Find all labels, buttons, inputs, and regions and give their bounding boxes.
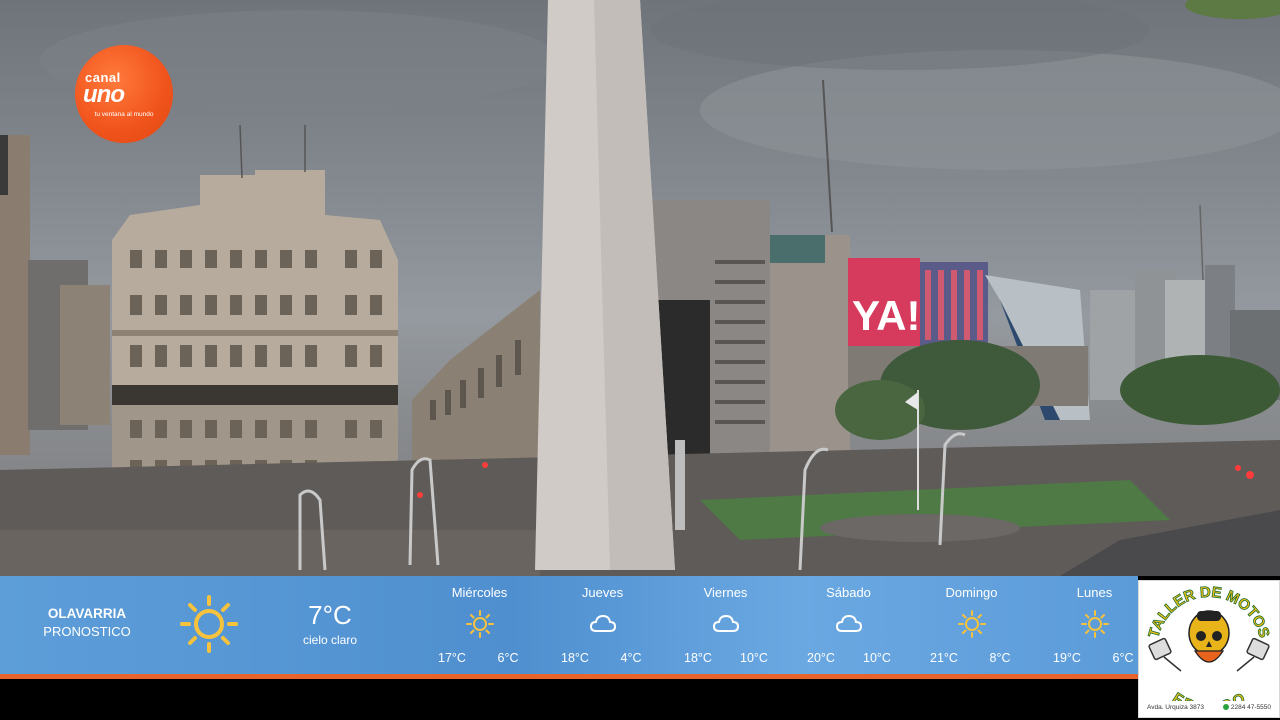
day-high-temp: 18°C (684, 651, 712, 665)
sun-icon (1081, 610, 1109, 638)
day-low-temp: 10°C (863, 651, 891, 665)
sponsor-title-bottom: FRANCO (1169, 689, 1249, 717)
day-low-temp: 10°C (740, 651, 768, 665)
sun-icon (180, 595, 238, 653)
channel-logo: canal uno tu ventana al mundo (75, 45, 173, 143)
cloud-icon (712, 614, 740, 632)
day-name: Miércoles (451, 585, 508, 600)
sun-icon (466, 610, 494, 638)
day-high-temp: 17°C (438, 651, 466, 665)
day-name: Sábado (826, 585, 871, 600)
city-name: OLAVARRIA (47, 606, 127, 621)
svg-text:FRANCO: FRANCO (1169, 690, 1248, 701)
skull-mascot-icon (1188, 610, 1230, 663)
day-low-temp: 4°C (620, 651, 642, 665)
day-low-temp: 6°C (497, 651, 519, 665)
day-low-temp: 8°C (989, 651, 1011, 665)
day-name: Domingo (945, 585, 998, 600)
current-condition: cielo claro (302, 633, 358, 647)
billboard-text: YA! (852, 292, 920, 339)
forecast-day: Miércoles 17°C 6°C (418, 576, 541, 674)
sponsor-phone-number: 2284 47-5550 (1230, 704, 1271, 711)
current-temperature: 7°C (308, 600, 352, 630)
camera-feed: YA! (0, 0, 1280, 576)
weather-bar-accent-line (0, 674, 1138, 679)
logo-tagline: tu ventana al mundo (94, 111, 154, 118)
cloud-icon (835, 614, 863, 632)
sponsor-address: Avda. Urquiza 3873 (1147, 704, 1204, 711)
day-high-temp: 21°C (930, 651, 958, 665)
whatsapp-icon (1222, 704, 1229, 711)
city-scene-illustration: YA! (0, 0, 1280, 576)
sponsor-emblem: TALLER DE MOTOS FRANCO (1145, 583, 1273, 717)
sponsor-phone: 2284 47-5550 (1222, 704, 1271, 711)
day-high-temp: 18°C (561, 651, 589, 665)
forecast-day: Domingo 21°C 8°C (910, 576, 1033, 674)
forecast-label: PRONOSTICO (43, 624, 131, 639)
day-high-temp: 19°C (1053, 651, 1081, 665)
logo-main-text: uno (83, 81, 125, 108)
sun-icon (958, 610, 986, 638)
cloud-icon (589, 614, 617, 632)
sponsor-logo: TALLER DE MOTOS FRANCO Avda. Urquiza 387… (1138, 580, 1280, 718)
forecast-day: Viernes 18°C 10°C (664, 576, 787, 674)
day-high-temp: 20°C (807, 651, 835, 665)
day-name: Viernes (703, 585, 748, 600)
forecast-day: Jueves 18°C 4°C (541, 576, 664, 674)
day-name: Jueves (581, 585, 624, 600)
forecast-day: Sábado 20°C 10°C (787, 576, 910, 674)
